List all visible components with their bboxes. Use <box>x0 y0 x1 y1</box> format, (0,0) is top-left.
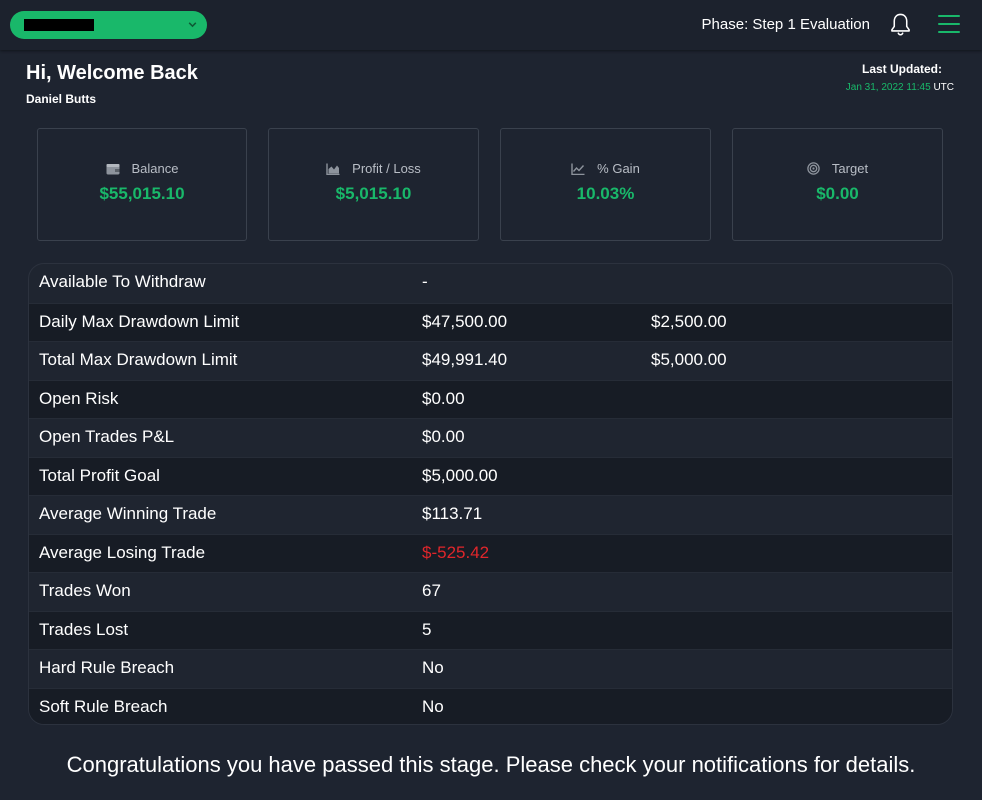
stat-row-average-losing-trade: Average Losing Trade $-525.42 <box>29 533 952 572</box>
stat-value: $113.71 <box>422 504 483 523</box>
stat-row-soft-rule-breach: Soft Rule Breach No <box>29 687 952 724</box>
account-name-redacted <box>24 19 94 31</box>
profit-loss-card: Profit / Loss $5,015.10 <box>268 128 479 241</box>
wallet-icon <box>106 164 119 175</box>
stat-row-average-winning-trade: Average Winning Trade $113.71 <box>29 495 952 534</box>
account-selector[interactable] <box>10 11 207 39</box>
stat-label: Trades Lost <box>39 619 129 639</box>
stat-value: No <box>422 696 444 716</box>
stat-value: $47,500.00 <box>422 311 508 331</box>
target-card: Target $0.00 <box>732 128 943 241</box>
balance-card: Balance $55,015.10 <box>37 128 247 241</box>
last-updated-timestamp: Jan 31, 2022 11:45 UTC <box>846 82 954 93</box>
target-value: $0.00 <box>816 184 859 203</box>
target-icon <box>807 162 820 175</box>
stat-value: 67 <box>422 581 441 600</box>
stat-label: Total Profit Goal <box>39 465 160 485</box>
stat-value: No <box>422 658 444 677</box>
stat-value-negative: $-525.42 <box>422 542 490 562</box>
welcome-heading: Hi, Welcome Back <box>26 62 198 84</box>
card-label: Profit / Loss <box>352 161 421 176</box>
stat-row-available-to-withdraw: Available To Withdraw - <box>29 264 952 303</box>
stat-label: Total Max Drawdown Limit <box>39 350 238 369</box>
stat-extra-value: $2,500.00 <box>651 311 727 331</box>
last-updated-label: Last Updated: <box>861 62 942 76</box>
stat-label: Daily Max Drawdown Limit <box>39 311 240 331</box>
stat-value: $5,000.00 <box>422 465 498 485</box>
stat-row-open-risk: Open Risk $0.00 <box>29 379 952 418</box>
line-chart-icon <box>571 163 585 175</box>
stat-row-total-profit-goal: Total Profit Goal $5,000.00 <box>29 456 952 495</box>
card-label: Target <box>831 161 869 176</box>
card-label: % Gain <box>597 161 640 176</box>
stat-label: Soft Rule Breach <box>39 696 168 716</box>
stat-extra-value: $5,000.00 <box>651 350 727 369</box>
user-name: Daniel Butts <box>26 92 97 106</box>
phase-status: Phase: Step 1 Evaluation <box>701 16 870 33</box>
gain-card: % Gain 10.03% <box>500 128 711 241</box>
chevron-down-icon <box>188 22 197 28</box>
stat-row-trades-lost: Trades Lost 5 <box>29 610 952 649</box>
stat-label: Trades Won <box>39 581 131 600</box>
stat-value: - <box>422 272 428 291</box>
stat-label: Open Risk <box>39 388 119 408</box>
top-navbar: Phase: Step 1 Evaluation <box>0 0 982 50</box>
profit-loss-value: $5,015.10 <box>335 184 412 203</box>
stat-label: Average Winning Trade <box>39 504 217 523</box>
stat-row-hard-rule-breach: Hard Rule Breach No <box>29 649 952 688</box>
stat-label: Open Trades P&L <box>39 427 175 446</box>
last-updated-value: Jan 31, 2022 11:45 <box>845 82 931 93</box>
gain-value: 10.03% <box>576 184 635 203</box>
stat-value: $0.00 <box>422 427 465 446</box>
stat-label: Available To Withdraw <box>39 272 206 291</box>
area-chart-icon <box>326 163 340 175</box>
stat-row-daily-max-drawdown: Daily Max Drawdown Limit $47,500.00 $2,5… <box>29 302 952 341</box>
stat-value: $49,991.40 <box>422 350 508 369</box>
last-updated-timezone: UTC <box>933 82 954 93</box>
bell-icon[interactable] <box>889 12 912 37</box>
stat-value: $0.00 <box>422 388 465 408</box>
stage-passed-message: Congratulations you have passed this sta… <box>66 752 916 777</box>
hamburger-menu-icon[interactable] <box>938 15 960 35</box>
stat-label: Hard Rule Breach <box>39 658 175 677</box>
stat-label: Average Losing Trade <box>39 542 206 562</box>
account-stats-table: Available To Withdraw - Daily Max Drawdo… <box>28 263 953 725</box>
stat-row-total-max-drawdown: Total Max Drawdown Limit $49,991.40 $5,0… <box>29 341 952 380</box>
balance-value: $55,015.10 <box>99 184 185 203</box>
stat-row-open-trades-pnl: Open Trades P&L $0.00 <box>29 418 952 457</box>
card-label: Balance <box>131 161 179 176</box>
stat-row-trades-won: Trades Won 67 <box>29 572 952 611</box>
stat-value: 5 <box>422 619 432 639</box>
